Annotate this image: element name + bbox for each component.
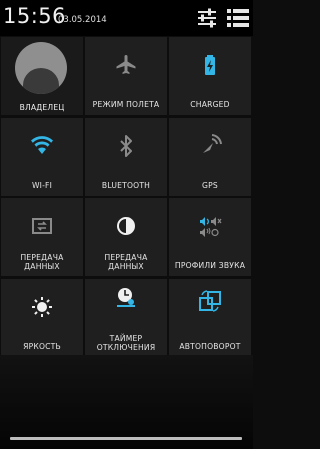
gps-icon (203, 134, 222, 153)
mobile-data-tile[interactable]: ПЕРЕДАЧА ДАННЫХ (1, 198, 83, 276)
auto-rotate-icon (199, 290, 221, 312)
battery-label: CHARGED (190, 100, 230, 109)
brightness-icon (32, 297, 52, 317)
owner-label: ВЛАДЕЛЕЦ (19, 103, 65, 112)
bluetooth-tile[interactable]: BLUETOOTH (85, 118, 167, 196)
sleep-timer-tile[interactable]: ТАЙМЕР ОТКЛЮЧЕНИЯ (85, 279, 167, 357)
wallpaper-peek (0, 355, 253, 449)
airplane-mode-label: РЕЖИМ ПОЛЕТА (92, 100, 160, 109)
wifi-label: WI-FI (31, 181, 53, 190)
gps-tile[interactable]: GPS (169, 118, 251, 196)
sleep-timer-label: ТАЙМЕР ОТКЛЮЧЕНИЯ (96, 334, 156, 352)
brightness-label: ЯРКОСТЬ (23, 342, 61, 351)
battery-charging-icon (205, 55, 215, 75)
wifi-icon (31, 136, 53, 154)
panel-drag-handle[interactable] (10, 437, 242, 440)
owner-tile[interactable]: ВЛАДЕЛЕЦ (1, 37, 83, 115)
avatar (15, 42, 67, 94)
auto-rotate-tile[interactable]: АВТОПОВОРОТ (169, 279, 251, 357)
sound-profiles-tile[interactable]: ПРОФИЛИ ЗВУКА (169, 198, 251, 276)
wifi-tile[interactable]: WI-FI (1, 118, 83, 196)
gps-label: GPS (202, 181, 218, 190)
settings-sliders-icon[interactable] (195, 6, 219, 30)
mobile-data-icon (32, 218, 52, 234)
sound-profiles-icon (200, 217, 222, 237)
brightness-tile[interactable]: ЯРКОСТЬ (1, 279, 83, 357)
battery-tile[interactable]: CHARGED (169, 37, 251, 115)
data-transfer-tile[interactable]: ПЕРЕДАЧА ДАННЫХ (85, 198, 167, 276)
data-transfer-label: ПЕРЕДАЧА ДАННЫХ (104, 253, 148, 271)
clock: 15:56 (3, 4, 67, 28)
screen-brightness-icon (117, 217, 135, 235)
sleep-timer-icon (117, 288, 135, 307)
airplane-mode-tile[interactable]: РЕЖИМ ПОЛЕТА (85, 37, 167, 115)
date: 03.05.2014 (58, 15, 107, 25)
mobile-data-label: ПЕРЕДАЧА ДАННЫХ (20, 253, 64, 271)
status-bar: 15:56 03.05.2014 (0, 0, 253, 36)
sound-profiles-label: ПРОФИЛИ ЗВУКА (174, 261, 246, 270)
airplane-icon (116, 55, 136, 74)
auto-rotate-label: АВТОПОВОРОТ (179, 342, 241, 351)
bluetooth-icon (120, 135, 132, 157)
notifications-list-icon[interactable] (226, 6, 250, 30)
bluetooth-label: BLUETOOTH (101, 181, 151, 190)
